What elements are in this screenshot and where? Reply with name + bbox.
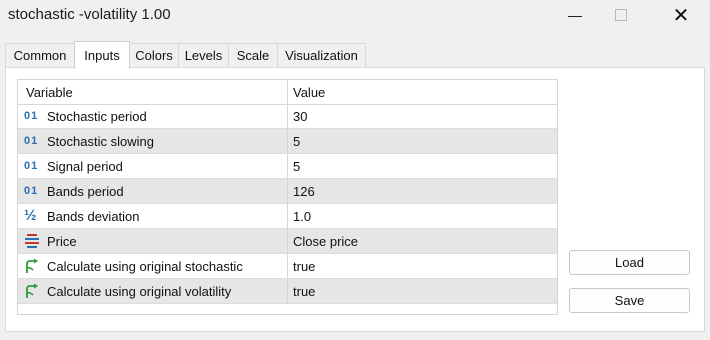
enum-icon	[24, 233, 40, 249]
row-divider	[18, 153, 557, 154]
save-button[interactable]: Save	[569, 288, 690, 313]
variable-name: Calculate using original volatility	[47, 284, 232, 299]
variable-name: Stochastic slowing	[47, 134, 154, 149]
row-divider	[18, 253, 557, 254]
tab-common[interactable]: Common	[5, 43, 75, 67]
variable-value[interactable]: true	[293, 259, 315, 274]
column-header-variable: Variable	[26, 85, 73, 100]
maximize-button	[598, 0, 644, 30]
window-title: stochastic -volatility 1.00	[8, 6, 171, 23]
maximize-icon	[615, 9, 627, 21]
variable-value[interactable]: 1.0	[293, 209, 311, 224]
variable-value[interactable]: 30	[293, 109, 307, 124]
integer-icon: 01	[24, 185, 39, 197]
row-divider	[18, 228, 557, 229]
integer-icon: 01	[24, 160, 39, 172]
tab-scale[interactable]: Scale	[228, 43, 278, 67]
variable-value[interactable]: 126	[293, 184, 315, 199]
variable-value[interactable]: 5	[293, 134, 300, 149]
tab-levels[interactable]: Levels	[178, 43, 229, 67]
fraction-icon: ½	[24, 207, 37, 224]
row-divider	[18, 178, 557, 179]
column-divider	[287, 80, 288, 304]
minimize-button[interactable]: —	[552, 0, 598, 30]
variable-name: Bands deviation	[47, 209, 140, 224]
row-divider	[18, 128, 557, 129]
boolean-icon	[24, 283, 40, 299]
variable-name: Price	[47, 234, 77, 249]
inputs-grid: Variable Value 01 Stochastic period 30 0…	[17, 79, 558, 315]
tab-colors[interactable]: Colors	[129, 43, 179, 67]
variable-value[interactable]: 5	[293, 159, 300, 174]
variable-name: Signal period	[47, 159, 123, 174]
load-button[interactable]: Load	[569, 250, 690, 275]
title-bar: stochastic -volatility 1.00 — ✕	[0, 0, 710, 32]
variable-value[interactable]: true	[293, 284, 315, 299]
minimize-icon: —	[568, 7, 582, 23]
row-divider	[18, 278, 557, 279]
row-divider	[18, 203, 557, 204]
close-icon: ✕	[672, 4, 690, 27]
integer-icon: 01	[24, 135, 39, 147]
close-button[interactable]: ✕	[658, 0, 704, 30]
tab-visualization[interactable]: Visualization	[277, 43, 366, 67]
tab-inputs[interactable]: Inputs	[74, 41, 130, 69]
column-header-value: Value	[293, 85, 326, 100]
variable-value[interactable]: Close price	[293, 234, 358, 249]
variable-name: Calculate using original stochastic	[47, 259, 243, 274]
integer-icon: 01	[24, 110, 39, 122]
variable-name: Bands period	[47, 184, 124, 199]
row-divider	[18, 303, 557, 304]
boolean-icon	[24, 258, 40, 274]
variable-name: Stochastic period	[47, 109, 147, 124]
